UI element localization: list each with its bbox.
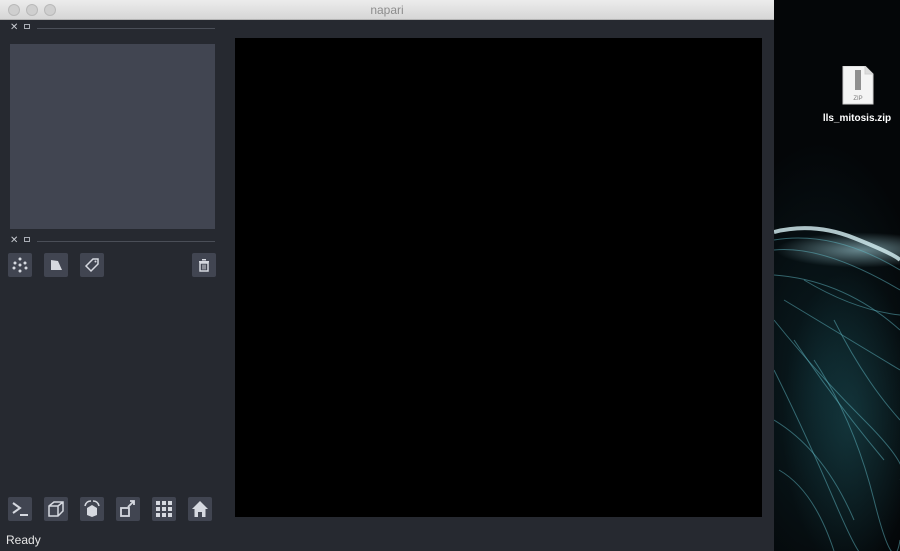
title-bar[interactable]: napari (0, 0, 774, 20)
console-icon (12, 502, 28, 516)
transpose-icon (120, 500, 135, 517)
napari-window: napari ✕ ✕ Ready (0, 0, 774, 551)
layer-list-dock-controls: ✕ (0, 22, 215, 34)
new-labels-layer-button[interactable] (80, 253, 104, 277)
ndisplay-toggle-button[interactable] (44, 497, 68, 521)
new-points-layer-button[interactable] (8, 253, 32, 277)
shapes-icon (51, 260, 62, 270)
close-dock-icon[interactable]: ✕ (10, 235, 18, 246)
close-dock-icon[interactable]: ✕ (10, 22, 18, 33)
zip-file-name[interactable]: lls_mitosis.zip (812, 113, 900, 124)
layer-buttons-dock-controls: ✕ (0, 235, 215, 247)
dock-divider (37, 28, 215, 29)
layer-list[interactable] (10, 44, 215, 229)
window-title: napari (370, 3, 404, 17)
label-tag-icon (84, 258, 99, 273)
desktop-wallpaper-fibers (774, 226, 900, 551)
roll-dimensions-button[interactable] (80, 497, 104, 521)
reset-view-button[interactable] (188, 497, 212, 521)
cube-3d-icon (48, 501, 64, 517)
float-dock-icon[interactable] (24, 237, 30, 242)
grid-view-button[interactable] (152, 497, 176, 521)
float-dock-icon[interactable] (24, 24, 30, 29)
console-button[interactable] (8, 497, 32, 521)
status-bar-text: Ready (6, 533, 41, 547)
transpose-dimensions-button[interactable] (116, 497, 140, 521)
zip-file-icon[interactable]: ZIP (835, 66, 880, 106)
home-icon (192, 501, 208, 517)
new-shapes-layer-button[interactable] (44, 253, 68, 277)
dock-divider (37, 241, 215, 242)
points-icon (12, 257, 28, 273)
trash-icon (199, 259, 209, 272)
delete-layer-button[interactable] (192, 253, 216, 277)
zip-badge-text: ZIP (853, 96, 862, 102)
roll-icon (84, 500, 100, 517)
viewer-canvas[interactable] (235, 38, 762, 517)
grid-icon (156, 501, 172, 517)
